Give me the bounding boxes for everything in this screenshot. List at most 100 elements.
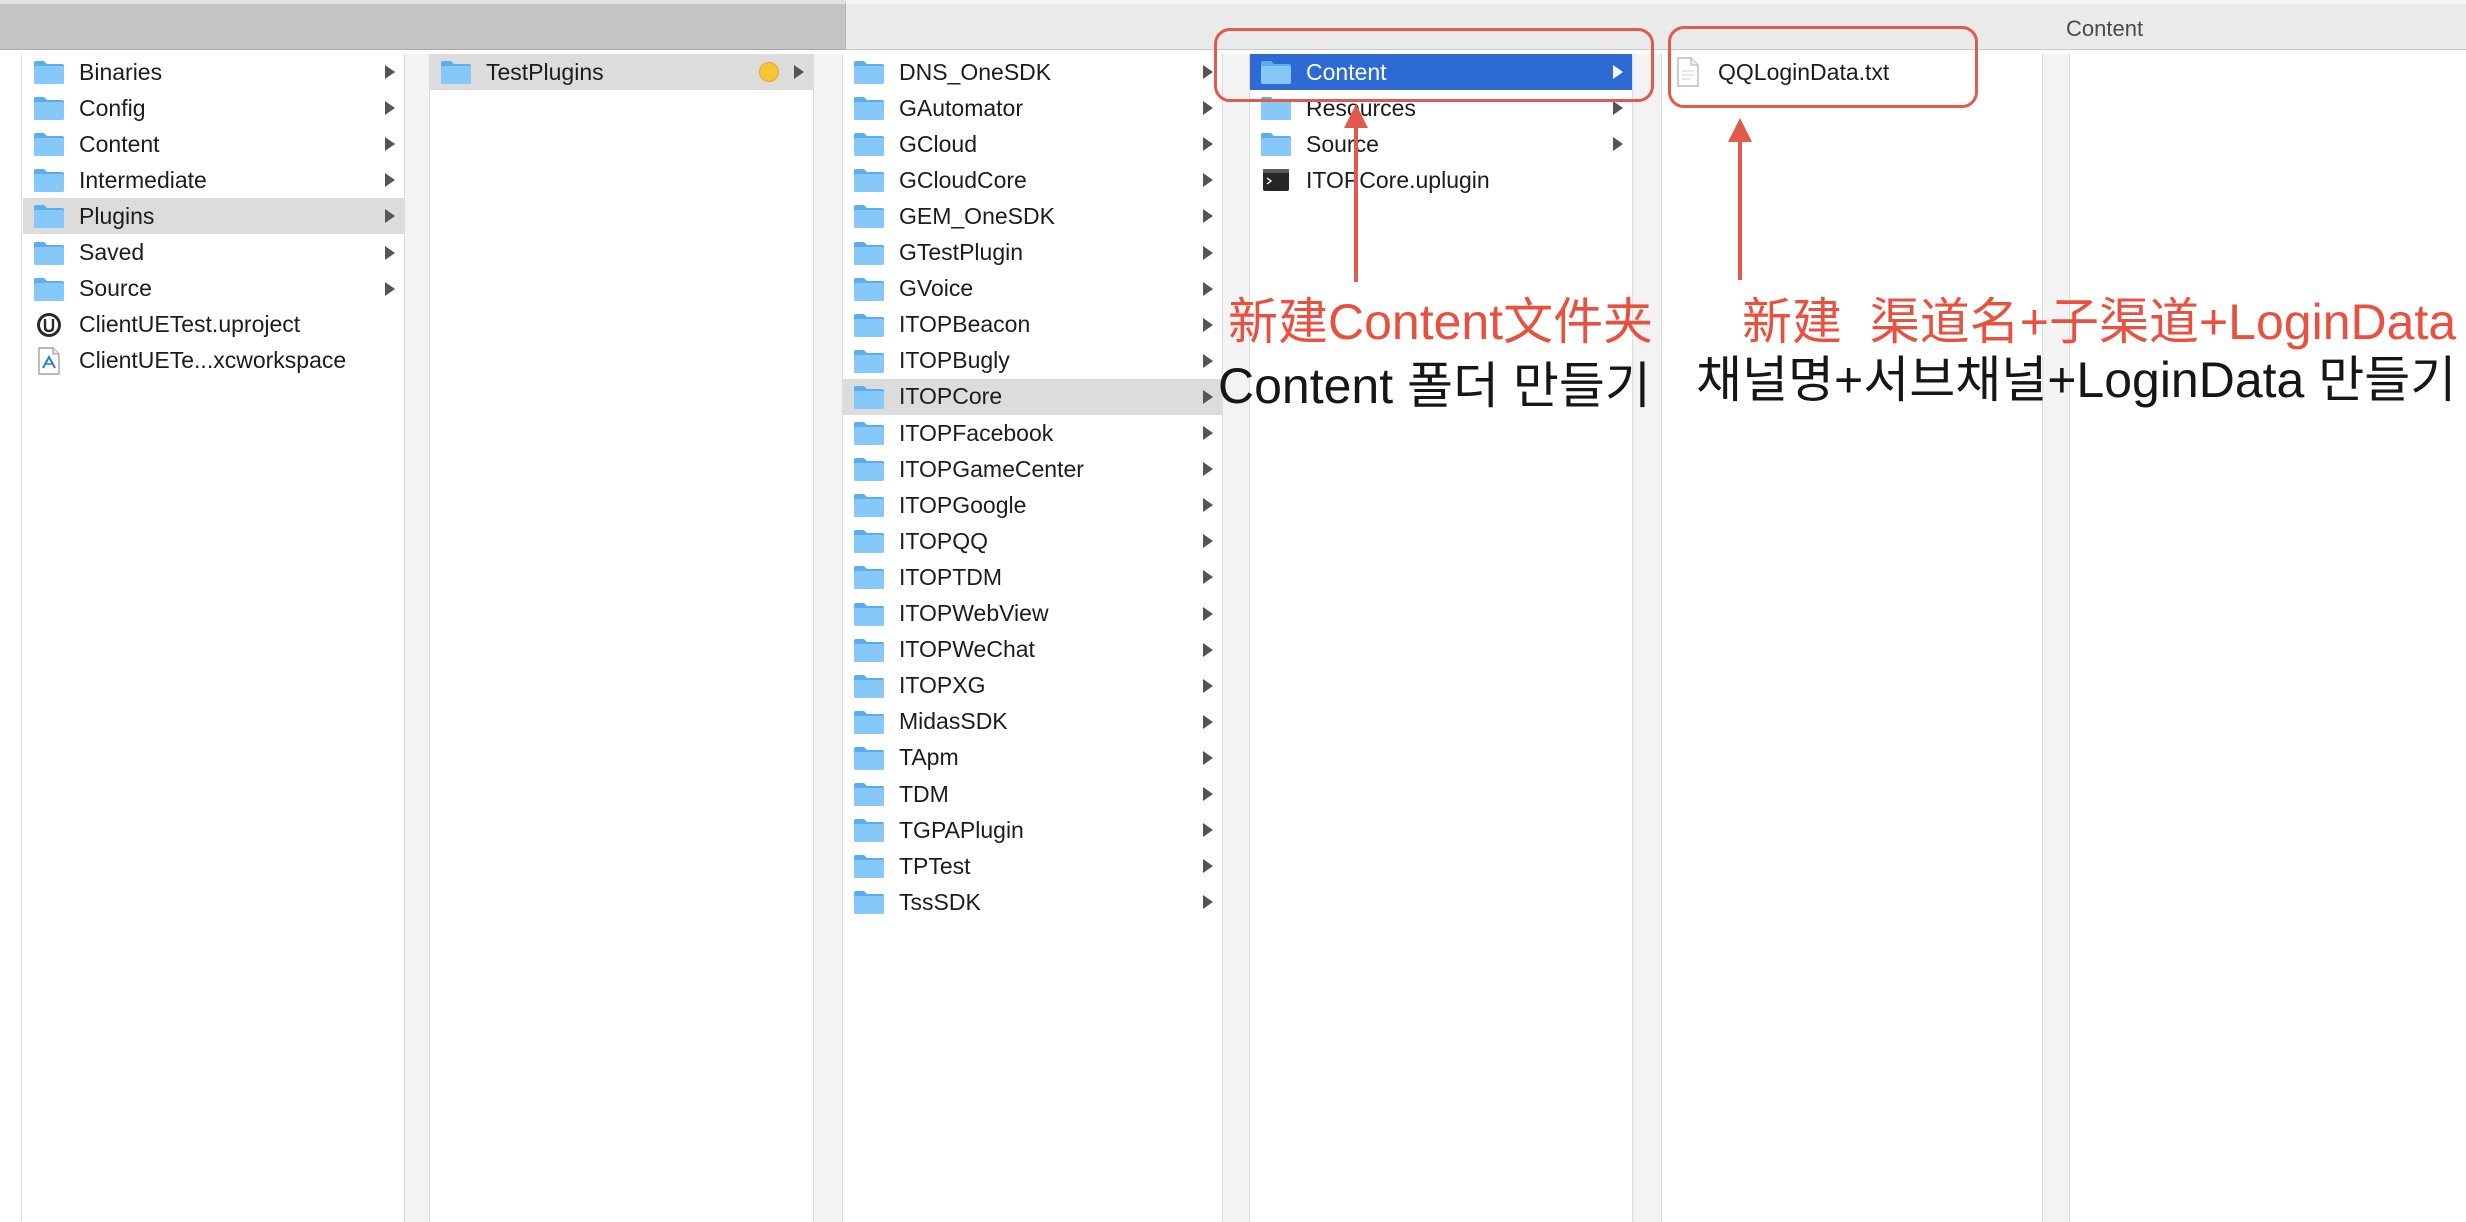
chevron-right-icon — [1200, 135, 1216, 153]
browser-row-plugins[interactable]: Plugins — [23, 198, 404, 235]
column-separator[interactable] — [404, 54, 430, 1222]
browser-row-intermediate[interactable]: Intermediate — [23, 162, 404, 198]
row-label: ITOPGameCenter — [899, 455, 1084, 482]
browser-row-itopwebview[interactable]: ITOPWebView — [843, 596, 1222, 632]
browser-row-source[interactable]: Source — [1250, 126, 1632, 162]
browser-row-itoptdm[interactable]: ITOPTDM — [843, 559, 1222, 595]
chevron-right-icon — [1200, 857, 1216, 875]
folder-icon — [853, 131, 885, 157]
folder-icon — [440, 59, 472, 85]
chevron-right-icon — [382, 99, 398, 117]
browser-row-itopgamecenter[interactable]: ITOPGameCenter — [843, 451, 1222, 487]
browser-row-itopbugly[interactable]: ITOPBugly — [843, 343, 1222, 379]
folder-icon — [33, 240, 65, 266]
row-label: ClientUETe...xcworkspace — [79, 347, 347, 374]
folder-icon — [33, 59, 65, 85]
browser-row-dns-onesdk[interactable]: DNS_OneSDK — [843, 54, 1222, 90]
browser-row-tptest[interactable]: TPTest — [843, 848, 1222, 884]
browser-column-1: Binaries Config Content Intermediate Plugins… — [23, 54, 404, 1222]
row-label: ITOPWeChat — [899, 636, 1035, 663]
chevron-right-icon — [382, 244, 398, 262]
chevron-right-icon — [382, 207, 398, 225]
browser-row-tgpaplugin[interactable]: TGPAPlugin — [843, 812, 1222, 848]
browser-row-gcloudcore[interactable]: GCloudCore — [843, 162, 1222, 198]
browser-row-clientuete-xcworkspace[interactable]: ClientUETe...xcworkspace — [23, 343, 404, 379]
browser-column-2: TestPlugins — [430, 54, 813, 1222]
row-label: Config — [79, 94, 146, 121]
row-label: TDM — [899, 780, 949, 807]
row-label: Content — [79, 130, 160, 157]
yellow-tag-icon — [759, 62, 779, 82]
browser-row-tsssdk[interactable]: TssSDK — [843, 884, 1222, 920]
chevron-right-icon — [1200, 244, 1216, 262]
row-label: TPTest — [899, 852, 971, 879]
row-label: DNS_OneSDK — [899, 58, 1052, 85]
browser-row-itopfacebook[interactable]: ITOPFacebook — [843, 415, 1222, 451]
chevron-right-icon — [1200, 677, 1216, 695]
browser-row-itopcore[interactable]: ITOPCore — [843, 378, 1222, 415]
folder-icon — [853, 456, 885, 482]
row-label: ITOPQQ — [899, 527, 989, 554]
browser-row-saved[interactable]: Saved — [23, 235, 404, 271]
chevron-right-icon — [1200, 893, 1216, 911]
folder-icon — [853, 95, 885, 121]
row-label: GCloudCore — [899, 166, 1027, 193]
browser-row-itopqq[interactable]: ITOPQQ — [843, 523, 1222, 559]
chevron-right-icon — [1200, 532, 1216, 550]
browser-row-gtestplugin[interactable]: GTestPlugin — [843, 235, 1222, 271]
browser-row-binaries[interactable]: Binaries — [23, 54, 404, 90]
annotation-text-content-folder-kr: Content 폴더 만들기 — [1218, 358, 1651, 414]
row-label: ClientUETest.uproject — [79, 311, 301, 338]
browser-row-config[interactable]: Config — [23, 90, 404, 126]
browser-row-tapm[interactable]: TApm — [843, 740, 1222, 776]
folder-icon — [853, 673, 885, 699]
chevron-right-icon — [1200, 605, 1216, 623]
chevron-right-icon — [1200, 460, 1216, 478]
browser-row-gem-onesdk[interactable]: GEM_OneSDK — [843, 198, 1222, 234]
browser-row-itopxg[interactable]: ITOPXG — [843, 668, 1222, 704]
chevron-right-icon — [1200, 99, 1216, 117]
xcode-workspace-icon — [33, 347, 65, 375]
folder-icon — [853, 492, 885, 518]
browser-row-clientuetest-uproject[interactable]: ClientUETest.uproject — [23, 307, 404, 343]
browser-row-testplugins[interactable]: TestPlugins — [430, 54, 813, 90]
chevron-right-icon — [1200, 424, 1216, 442]
folder-icon — [853, 745, 885, 771]
chevron-right-icon — [1200, 316, 1216, 334]
folder-icon — [853, 601, 885, 627]
chevron-right-icon — [382, 171, 398, 189]
folder-icon — [853, 781, 885, 807]
terminal-file-icon — [1260, 167, 1292, 193]
chevron-right-icon — [1610, 135, 1626, 153]
row-label: ITOPTDM — [899, 563, 1003, 590]
browser-row-tdm[interactable]: TDM — [843, 776, 1222, 812]
browser-row-source[interactable]: Source — [23, 271, 404, 307]
toolbar-left-region — [0, 0, 845, 50]
chevron-right-icon — [1200, 749, 1216, 767]
row-label: MidasSDK — [899, 708, 1008, 735]
chevron-right-icon — [1200, 280, 1216, 298]
column-separator[interactable] — [813, 54, 843, 1222]
column-separator[interactable] — [1632, 54, 1662, 1222]
browser-row-itopcore-uplugin[interactable]: ITOPCore.uplugin — [1250, 162, 1632, 198]
browser-row-itopwechat[interactable]: ITOPWeChat — [843, 632, 1222, 668]
browser-row-gcloud[interactable]: GCloud — [843, 126, 1222, 162]
browser-row-midassdk[interactable]: MidasSDK — [843, 704, 1222, 740]
column-separator[interactable] — [2042, 54, 2070, 1222]
browser-row-content[interactable]: Content — [23, 126, 404, 162]
row-label: TestPlugins — [486, 58, 604, 85]
annotation-highlight-content-folder — [1214, 28, 1654, 102]
browser-row-gvoice[interactable]: GVoice — [843, 271, 1222, 307]
folder-icon — [1260, 131, 1292, 157]
row-label: Binaries — [79, 58, 163, 85]
browser-row-gautomator[interactable]: GAutomator — [843, 90, 1222, 126]
row-label: GAutomator — [899, 94, 1023, 121]
column-separator[interactable] — [1222, 54, 1250, 1222]
folder-icon — [853, 853, 885, 879]
row-label: Plugins — [79, 202, 155, 229]
folder-icon — [853, 420, 885, 446]
browser-row-itopgoogle[interactable]: ITOPGoogle — [843, 487, 1222, 523]
chevron-right-icon — [1200, 821, 1216, 839]
browser-row-itopbeacon[interactable]: ITOPBeacon — [843, 307, 1222, 343]
folder-icon — [853, 384, 885, 410]
